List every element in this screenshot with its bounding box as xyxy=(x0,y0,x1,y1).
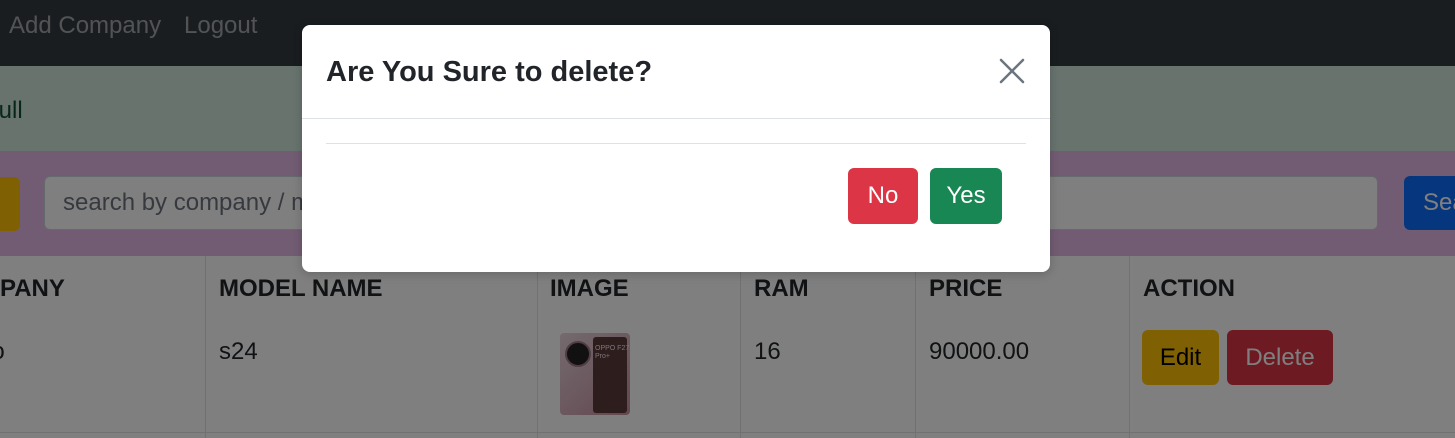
yes-button[interactable]: Yes xyxy=(930,168,1002,224)
delete-confirm-modal: Are You Sure to delete? No Yes xyxy=(302,25,1050,272)
modal-body-divider xyxy=(326,143,1026,144)
close-icon[interactable] xyxy=(996,55,1028,87)
no-button[interactable]: No xyxy=(848,168,918,224)
page: Add Company Logout sfull Search MPANY MO… xyxy=(0,0,1455,438)
modal-header-divider xyxy=(302,118,1050,119)
modal-title: Are You Sure to delete? xyxy=(326,56,653,88)
